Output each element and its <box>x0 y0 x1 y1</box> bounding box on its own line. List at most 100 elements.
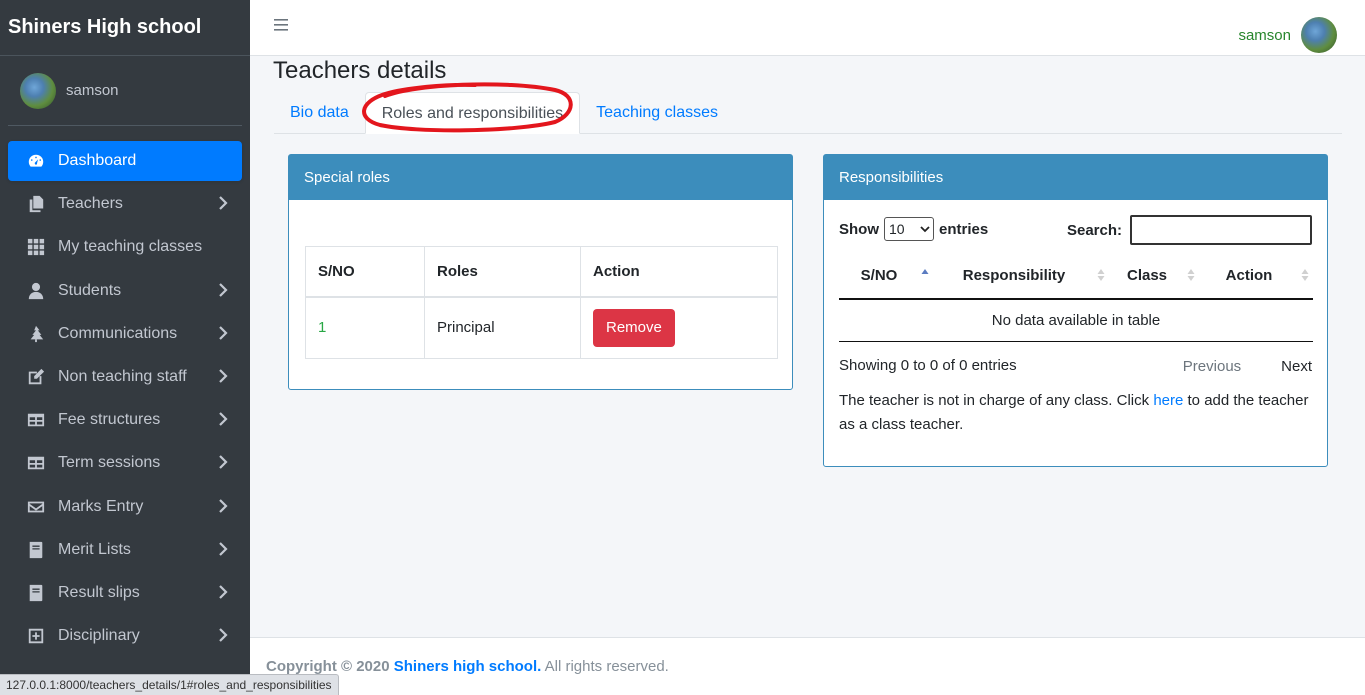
row-role: Principal <box>424 296 581 359</box>
chevron-down-icon <box>920 226 930 233</box>
chevron-right-icon <box>218 627 228 643</box>
sidebar-item-communications[interactable]: Communications <box>8 314 242 354</box>
sidebar-item-marks-entry[interactable]: Marks Entry <box>8 487 242 527</box>
sidebar-item-label: Disciplinary <box>58 627 140 645</box>
pagination: Previous Next <box>1143 358 1312 375</box>
menu-icon[interactable] <box>274 18 288 32</box>
entries-value: 10 <box>889 221 905 237</box>
column-header-label: Action <box>1225 267 1273 284</box>
special-roles-card: Special roles S/NO Roles Action 1 Princi… <box>288 154 793 390</box>
sidebar-item-label: Non teaching staff <box>58 367 187 385</box>
previous-button[interactable]: Previous <box>1183 358 1241 375</box>
envelope-icon <box>26 497 46 517</box>
brand-link[interactable]: Shiners High school <box>0 0 250 56</box>
copy-icon <box>26 194 46 214</box>
table-icon <box>26 453 46 473</box>
grid-icon <box>26 237 46 257</box>
dashboard-icon <box>26 151 46 171</box>
table-header-row: S/NO Roles Action <box>305 246 778 298</box>
special-roles-title: Special roles <box>289 155 792 200</box>
edit-icon <box>26 367 46 387</box>
top-user-menu[interactable]: samson <box>1238 17 1337 53</box>
footer: Copyright © 2020 Shiners high school. Al… <box>250 637 1365 695</box>
table-info: Showing 0 to 0 of 0 entries <box>839 357 1017 374</box>
user-panel[interactable]: samson <box>8 56 242 126</box>
tree-icon <box>26 324 46 344</box>
page-title: Teachers details <box>273 57 447 84</box>
responsibilities-table: S/NO Responsibility Class Action No data… <box>839 253 1313 342</box>
sidebar-item-label: Dashboard <box>58 152 137 169</box>
next-button[interactable]: Next <box>1281 358 1312 375</box>
copyright-text: Copyright © 2020 <box>266 658 390 675</box>
column-header-label: Responsibility <box>962 267 1066 284</box>
sidebar-item-merit-lists[interactable]: Merit Lists <box>8 530 242 570</box>
chevron-right-icon <box>218 282 228 298</box>
sidebar-item-my-teaching-classes[interactable]: My teaching classes <box>8 227 242 267</box>
class-teacher-note: The teacher is not in charge of any clas… <box>839 389 1309 437</box>
table-row: 1 Principal Remove <box>305 296 778 359</box>
note-text-before: The teacher is not in charge of any clas… <box>839 392 1154 409</box>
sidebar-item-label: My teaching classes <box>58 238 203 256</box>
sidebar-item-label: Merit Lists <box>58 540 131 558</box>
sort-both-icon <box>1097 269 1105 281</box>
remove-button[interactable]: Remove <box>593 308 675 347</box>
sidebar-item-disciplinary[interactable]: Disciplinary <box>8 616 242 656</box>
column-header-class[interactable]: Class <box>1109 253 1199 300</box>
search-box: Search: <box>1067 215 1312 245</box>
book-icon <box>26 540 46 560</box>
table-header-row: S/NO Responsibility Class Action <box>839 253 1313 300</box>
sidebar: Shiners High school samson Dashboard Tea… <box>0 0 250 695</box>
table-row: No data available in table <box>839 299 1313 342</box>
sidebar-item-non-teaching-staff[interactable]: Non teaching staff <box>8 357 242 397</box>
top-user-name[interactable]: samson <box>1238 27 1291 44</box>
show-label: Show <box>839 220 879 238</box>
tab-teaching-classes[interactable]: Teaching classes <box>580 92 734 134</box>
search-input[interactable] <box>1130 215 1312 245</box>
chevron-right-icon <box>218 541 228 557</box>
column-header: Action <box>580 246 778 298</box>
entries-select[interactable]: 10 <box>884 217 934 241</box>
sidebar-item-label: Students <box>58 281 122 299</box>
entries-length: Show 10 entries <box>839 215 988 243</box>
sort-both-icon <box>1301 269 1309 281</box>
avatar <box>20 72 56 109</box>
sidebar-item-term-sessions[interactable]: Term sessions <box>8 443 242 483</box>
column-header: S/NO <box>305 246 425 298</box>
empty-table-message: No data available in table <box>839 299 1313 342</box>
column-header: Roles <box>424 246 581 298</box>
column-header-action[interactable]: Action <box>1199 253 1313 300</box>
column-header-label: Class <box>1126 267 1168 284</box>
plus-square-icon <box>26 626 46 646</box>
sidebar-nav: Dashboard Teachers My teaching classes S… <box>0 126 250 656</box>
sidebar-item-fee-structures[interactable]: Fee structures <box>8 400 242 440</box>
sidebar-item-label: Term sessions <box>58 454 161 472</box>
sidebar-item-label: Teachers <box>58 195 123 213</box>
chevron-right-icon <box>218 498 228 514</box>
table-icon <box>26 410 46 430</box>
tab-bio-data[interactable]: Bio data <box>274 92 365 134</box>
sidebar-item-students[interactable]: Students <box>8 271 242 311</box>
footer-school-link[interactable]: Shiners high school. <box>394 658 542 675</box>
chevron-right-icon <box>218 454 228 470</box>
column-header-responsibility[interactable]: Responsibility <box>933 253 1109 300</box>
column-header-sn[interactable]: S/NO <box>839 253 933 300</box>
responsibilities-card: Responsibilities Show 10 entries Search:… <box>823 154 1328 467</box>
chevron-right-icon <box>218 325 228 341</box>
tab-roles-and-responsibilities[interactable]: Roles and responsibilities <box>364 92 581 134</box>
add-class-teacher-link[interactable]: here <box>1153 392 1183 409</box>
user-name[interactable]: samson <box>66 82 119 99</box>
sidebar-item-label: Marks Entry <box>58 497 144 515</box>
sidebar-item-result-slips[interactable]: Result slips <box>8 573 242 613</box>
special-roles-table: S/NO Roles Action 1 Principal Remove <box>305 246 778 359</box>
user-icon <box>26 281 46 301</box>
sort-asc-icon <box>921 269 929 274</box>
top-navbar: samson <box>250 0 1365 56</box>
status-bar-url: 127.0.0.1:8000/teachers_details/1#roles_… <box>0 674 339 695</box>
entries-label: entries <box>939 220 989 238</box>
book-icon <box>26 583 46 603</box>
sidebar-item-teachers[interactable]: Teachers <box>8 184 242 224</box>
sidebar-item-dashboard[interactable]: Dashboard <box>8 141 242 181</box>
rights-text: All rights reserved. <box>544 658 669 675</box>
sidebar-item-label: Result slips <box>58 583 140 601</box>
avatar[interactable] <box>1301 17 1337 53</box>
